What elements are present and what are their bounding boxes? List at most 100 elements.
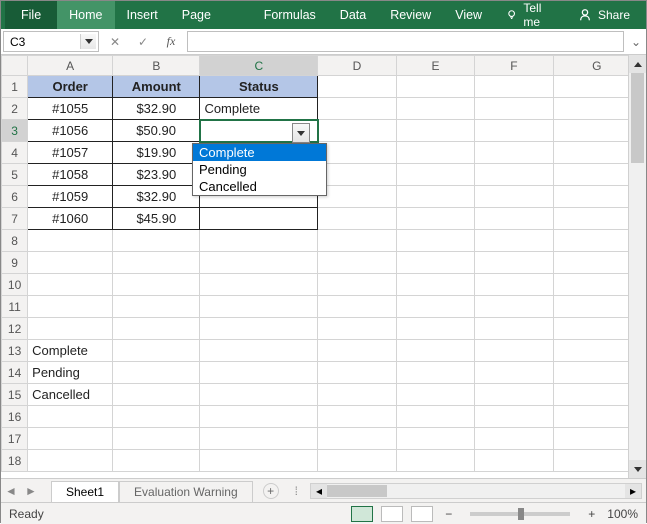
cell[interactable] bbox=[396, 208, 475, 230]
zoom-in-button[interactable]: + bbox=[584, 507, 599, 521]
cell[interactable]: #1057 bbox=[28, 142, 113, 164]
cell[interactable] bbox=[200, 208, 318, 230]
cell[interactable] bbox=[396, 230, 475, 252]
cell[interactable] bbox=[396, 318, 475, 340]
cell[interactable] bbox=[113, 252, 200, 274]
cell[interactable] bbox=[318, 98, 397, 120]
zoom-out-button[interactable]: − bbox=[441, 507, 456, 521]
cancel-formula-icon[interactable]: ✕ bbox=[101, 35, 129, 49]
cell[interactable] bbox=[396, 98, 475, 120]
cell[interactable] bbox=[396, 252, 475, 274]
cell[interactable] bbox=[318, 428, 397, 450]
tab-nav-next-icon[interactable]: ► bbox=[21, 484, 41, 498]
cell[interactable] bbox=[200, 384, 318, 406]
cell[interactable] bbox=[318, 362, 397, 384]
view-page-break-icon[interactable] bbox=[411, 506, 433, 522]
cell[interactable] bbox=[200, 230, 318, 252]
cell[interactable] bbox=[113, 230, 200, 252]
ribbon-tab-insert[interactable]: Insert bbox=[115, 1, 170, 29]
row-header[interactable]: 5 bbox=[2, 164, 28, 186]
cell[interactable] bbox=[318, 164, 397, 186]
fx-icon[interactable]: fx bbox=[157, 34, 185, 49]
new-sheet-button[interactable]: + bbox=[263, 483, 279, 499]
cell[interactable] bbox=[28, 450, 113, 472]
cell[interactable]: Order bbox=[28, 76, 113, 98]
dropdown-option[interactable]: Pending bbox=[193, 161, 326, 178]
view-normal-icon[interactable] bbox=[351, 506, 373, 522]
cell[interactable] bbox=[200, 362, 318, 384]
cell[interactable] bbox=[475, 318, 554, 340]
row-header[interactable]: 7 bbox=[2, 208, 28, 230]
col-header-E[interactable]: E bbox=[396, 56, 475, 76]
cell[interactable] bbox=[475, 142, 554, 164]
select-all-corner[interactable] bbox=[2, 56, 28, 76]
cell[interactable] bbox=[396, 450, 475, 472]
cell[interactable] bbox=[113, 384, 200, 406]
row-header[interactable]: 14 bbox=[2, 362, 28, 384]
cell[interactable] bbox=[553, 208, 628, 230]
cell[interactable] bbox=[553, 230, 628, 252]
cell[interactable] bbox=[113, 318, 200, 340]
row-header[interactable]: 8 bbox=[2, 230, 28, 252]
cell[interactable] bbox=[200, 450, 318, 472]
horizontal-scrollbar-thumb[interactable] bbox=[327, 485, 387, 497]
row-header[interactable]: 10 bbox=[2, 274, 28, 296]
row-header[interactable]: 3 bbox=[2, 120, 28, 142]
cell[interactable] bbox=[553, 164, 628, 186]
cell[interactable] bbox=[28, 296, 113, 318]
cell[interactable] bbox=[553, 384, 628, 406]
cell[interactable] bbox=[318, 318, 397, 340]
cell[interactable] bbox=[318, 384, 397, 406]
cell[interactable] bbox=[553, 406, 628, 428]
ribbon-tab-data[interactable]: Data bbox=[328, 1, 378, 29]
cell[interactable] bbox=[318, 230, 397, 252]
cell[interactable] bbox=[553, 142, 628, 164]
cell[interactable] bbox=[200, 252, 318, 274]
cell[interactable]: Status bbox=[200, 76, 318, 98]
vertical-scrollbar-thumb[interactable] bbox=[631, 73, 644, 163]
cell[interactable] bbox=[318, 340, 397, 362]
cell[interactable] bbox=[553, 98, 628, 120]
cell[interactable] bbox=[475, 384, 554, 406]
cell[interactable]: $23.90 bbox=[113, 164, 200, 186]
scroll-right-icon[interactable]: ▸ bbox=[625, 484, 641, 498]
cell[interactable] bbox=[396, 274, 475, 296]
formula-input[interactable] bbox=[187, 31, 624, 52]
cell[interactable] bbox=[28, 230, 113, 252]
cell[interactable] bbox=[475, 230, 554, 252]
cell[interactable] bbox=[553, 362, 628, 384]
cell[interactable] bbox=[396, 164, 475, 186]
horizontal-scrollbar[interactable]: ◂ ▸ bbox=[310, 483, 642, 499]
cell[interactable] bbox=[396, 362, 475, 384]
col-header-G[interactable]: G bbox=[553, 56, 628, 76]
share-button[interactable]: Share bbox=[566, 8, 642, 22]
cell[interactable]: #1059 bbox=[28, 186, 113, 208]
cell[interactable] bbox=[396, 76, 475, 98]
cell[interactable] bbox=[113, 296, 200, 318]
cell[interactable]: Pending bbox=[28, 362, 113, 384]
cell[interactable] bbox=[475, 120, 554, 142]
tab-nav-prev-icon[interactable]: ◄ bbox=[1, 484, 21, 498]
name-box-dropdown-icon[interactable] bbox=[80, 34, 96, 49]
cell[interactable] bbox=[553, 186, 628, 208]
scroll-down-icon[interactable] bbox=[629, 460, 646, 478]
cell[interactable] bbox=[200, 428, 318, 450]
cell[interactable] bbox=[28, 428, 113, 450]
cell[interactable] bbox=[113, 340, 200, 362]
cell[interactable]: #1056 bbox=[28, 120, 113, 142]
row-header[interactable]: 12 bbox=[2, 318, 28, 340]
cell[interactable] bbox=[475, 274, 554, 296]
row-header[interactable]: 16 bbox=[2, 406, 28, 428]
cell[interactable] bbox=[318, 252, 397, 274]
cell[interactable] bbox=[318, 120, 397, 142]
row-header[interactable]: 6 bbox=[2, 186, 28, 208]
cell[interactable] bbox=[113, 450, 200, 472]
cell[interactable]: $45.90 bbox=[113, 208, 200, 230]
scroll-left-icon[interactable]: ◂ bbox=[311, 484, 327, 498]
cell[interactable] bbox=[475, 98, 554, 120]
cell[interactable] bbox=[553, 450, 628, 472]
cell[interactable]: Complete bbox=[200, 98, 318, 120]
col-header-B[interactable]: B bbox=[113, 56, 200, 76]
view-page-layout-icon[interactable] bbox=[381, 506, 403, 522]
cell[interactable] bbox=[318, 274, 397, 296]
